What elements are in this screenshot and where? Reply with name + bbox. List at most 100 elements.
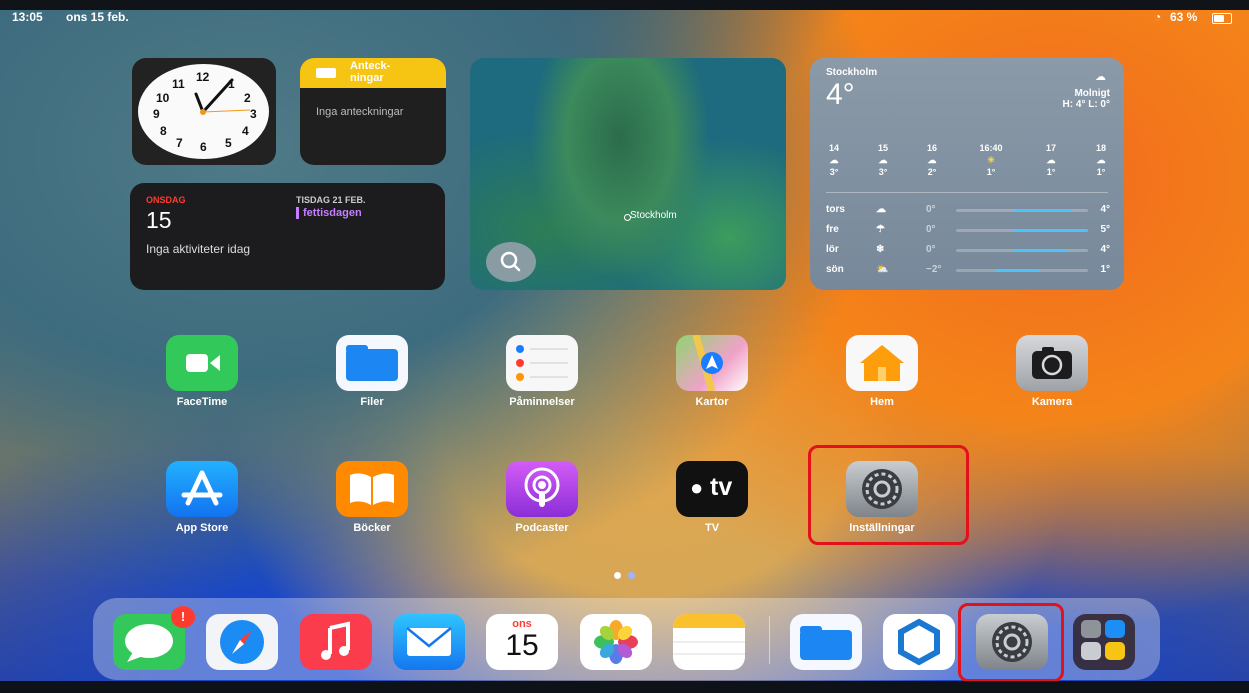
weather-condition: Molnigt: [1074, 88, 1110, 99]
dock-music[interactable]: [300, 614, 372, 670]
weather-widget[interactable]: Stockholm 4° ☁ Molnigt H: 4° L: 0° 14 ☁ 3°…: [810, 58, 1124, 290]
app-paminnelser[interactable]: Påminnelser: [492, 335, 592, 408]
app-label: App Store: [175, 522, 229, 534]
hour-temp: 3°: [829, 167, 839, 177]
hourly-forecast: 16 ☁ 2°: [917, 142, 947, 178]
app-kartor[interactable]: Kartor: [662, 334, 762, 408]
daily-forecast-row: fre ☂ 0° 5°: [826, 224, 1110, 244]
podcasts-icon: [506, 461, 578, 517]
temperature-range-bar: [956, 209, 1088, 212]
app-filer[interactable]: Filer: [322, 335, 422, 408]
hexagon-app-icon: [898, 618, 940, 666]
calendar-widget[interactable]: ONSDAG 15 Inga aktiviteter idag TISDAG 2…: [130, 183, 445, 290]
app-hem[interactable]: Hem: [832, 335, 932, 408]
map-location-label: Stockholm: [630, 210, 677, 221]
app-label: Påminnelser: [509, 396, 575, 408]
weather-divider: [826, 192, 1108, 193]
map-widget[interactable]: Stockholm: [470, 58, 786, 290]
photos-flower-icon: [594, 620, 638, 664]
temperature-range-bar: [956, 229, 1088, 232]
map-search-button[interactable]: [486, 242, 536, 282]
page-dot-inactive: [628, 572, 635, 579]
weather-temperature: 4°: [826, 78, 855, 111]
hourly-forecast: 14 ☁ 3°: [819, 142, 849, 178]
day-icon: ☂: [876, 224, 885, 235]
calendar-day-number: 15: [505, 629, 539, 662]
daily-forecast-row: lör ❄ 0° 4°: [826, 244, 1110, 264]
notes-title: Anteck- ningar: [350, 60, 391, 84]
notification-badge: !: [171, 606, 195, 628]
day-low: 0°: [926, 244, 936, 255]
clock-widget[interactable]: 12 1 2 3 4 5 6 7 8 9 10 11: [132, 58, 276, 165]
dock-files[interactable]: [790, 614, 862, 670]
hourly-forecast: 18 ☁ 1°: [1086, 142, 1116, 178]
dock-safari[interactable]: [206, 614, 278, 670]
day-high: 4°: [1100, 204, 1110, 215]
app-label: Kamera: [1031, 396, 1073, 408]
wifi-icon: ◔: [1154, 10, 1162, 24]
hourly-forecast: 16:40 ☀ 1°: [976, 142, 1006, 178]
hour-icon: ☁: [1046, 155, 1056, 165]
app-library-icon: [1081, 620, 1101, 638]
day-name: sön: [826, 264, 844, 275]
weather-condition-block: Molnigt H: 4° L: 0°: [1063, 88, 1110, 110]
app-label: TV: [704, 522, 720, 534]
highlight-annotation: [958, 603, 1064, 682]
page-dot-active: [614, 572, 621, 579]
day-high: 1°: [1100, 264, 1110, 275]
notes-widget[interactable]: Anteck- ningar Inga anteckningar: [300, 58, 446, 165]
day-icon: ☁: [876, 204, 886, 215]
weather-city: Stockholm: [826, 67, 878, 78]
day-name: tors: [826, 204, 845, 215]
app-label: Kartor: [695, 396, 729, 408]
app-label: Böcker: [353, 522, 391, 534]
reminders-icon: [506, 335, 578, 391]
hour-temp: 3°: [878, 167, 888, 177]
app-podcaster[interactable]: Podcaster: [492, 461, 592, 534]
temperature-range-bar: [956, 269, 1088, 272]
notes-header: Anteck- ningar: [300, 58, 446, 88]
daily-forecast-row: sön ⛅ −2° 1°: [826, 264, 1110, 284]
screen-frame-top: [0, 0, 1249, 10]
app-label: Hem: [870, 396, 894, 408]
page-indicator[interactable]: [614, 566, 642, 584]
app-bocker[interactable]: Böcker: [322, 461, 422, 534]
status-time: 13:05: [12, 10, 43, 24]
app-facetime[interactable]: FaceTime: [152, 335, 252, 408]
ipad-home-screen: 13:05 ons 15 feb. ◔ 63 % 12 1 2 3 4 5 6 …: [0, 0, 1249, 693]
app-app-store[interactable]: App Store: [152, 461, 252, 534]
mail-envelope-icon: [406, 627, 452, 656]
dock-app-library[interactable]: [1073, 614, 1135, 670]
app-store-icon: [166, 461, 238, 517]
hour-time: 15: [877, 143, 888, 153]
dock-notes[interactable]: [673, 614, 745, 670]
hour-temp: 1°: [1046, 167, 1056, 177]
files-icon: [800, 626, 852, 660]
folder-icon: [316, 68, 336, 78]
safari-compass-icon: [220, 620, 264, 664]
apple-logo-icon: ●: [690, 475, 704, 500]
status-bar: 13:05 ons 15 feb. ◔ 63 %: [0, 10, 1249, 26]
hour-temp: 2°: [927, 167, 937, 177]
clock-hands: [194, 78, 251, 115]
calendar-weekday: ONSDAG: [146, 195, 186, 205]
dock-app-hexagon[interactable]: [883, 614, 955, 670]
day-name: fre: [826, 224, 839, 235]
daily-forecast-row: tors ☁ 0° 4°: [826, 204, 1110, 224]
highlight-annotation: [808, 445, 969, 545]
dock-messages[interactable]: !: [113, 606, 195, 670]
dock-mail[interactable]: [393, 614, 465, 670]
day-low: −2°: [926, 264, 942, 275]
day-high: 4°: [1100, 244, 1110, 255]
hourly-forecast: 17 ☁ 1°: [1036, 142, 1066, 178]
app-kamera[interactable]: Kamera: [1002, 335, 1102, 408]
dock-calendar[interactable]: ons 15: [486, 614, 558, 670]
hour-time: 18: [1095, 143, 1106, 153]
app-tv[interactable]: ● tv TV: [662, 461, 762, 534]
files-icon: [336, 335, 408, 391]
dock-photos[interactable]: [580, 614, 652, 670]
day-name: lör: [826, 244, 839, 255]
hour-icon: ☀: [986, 155, 996, 165]
facetime-icon: [166, 335, 238, 391]
app-label: Podcaster: [515, 522, 569, 534]
